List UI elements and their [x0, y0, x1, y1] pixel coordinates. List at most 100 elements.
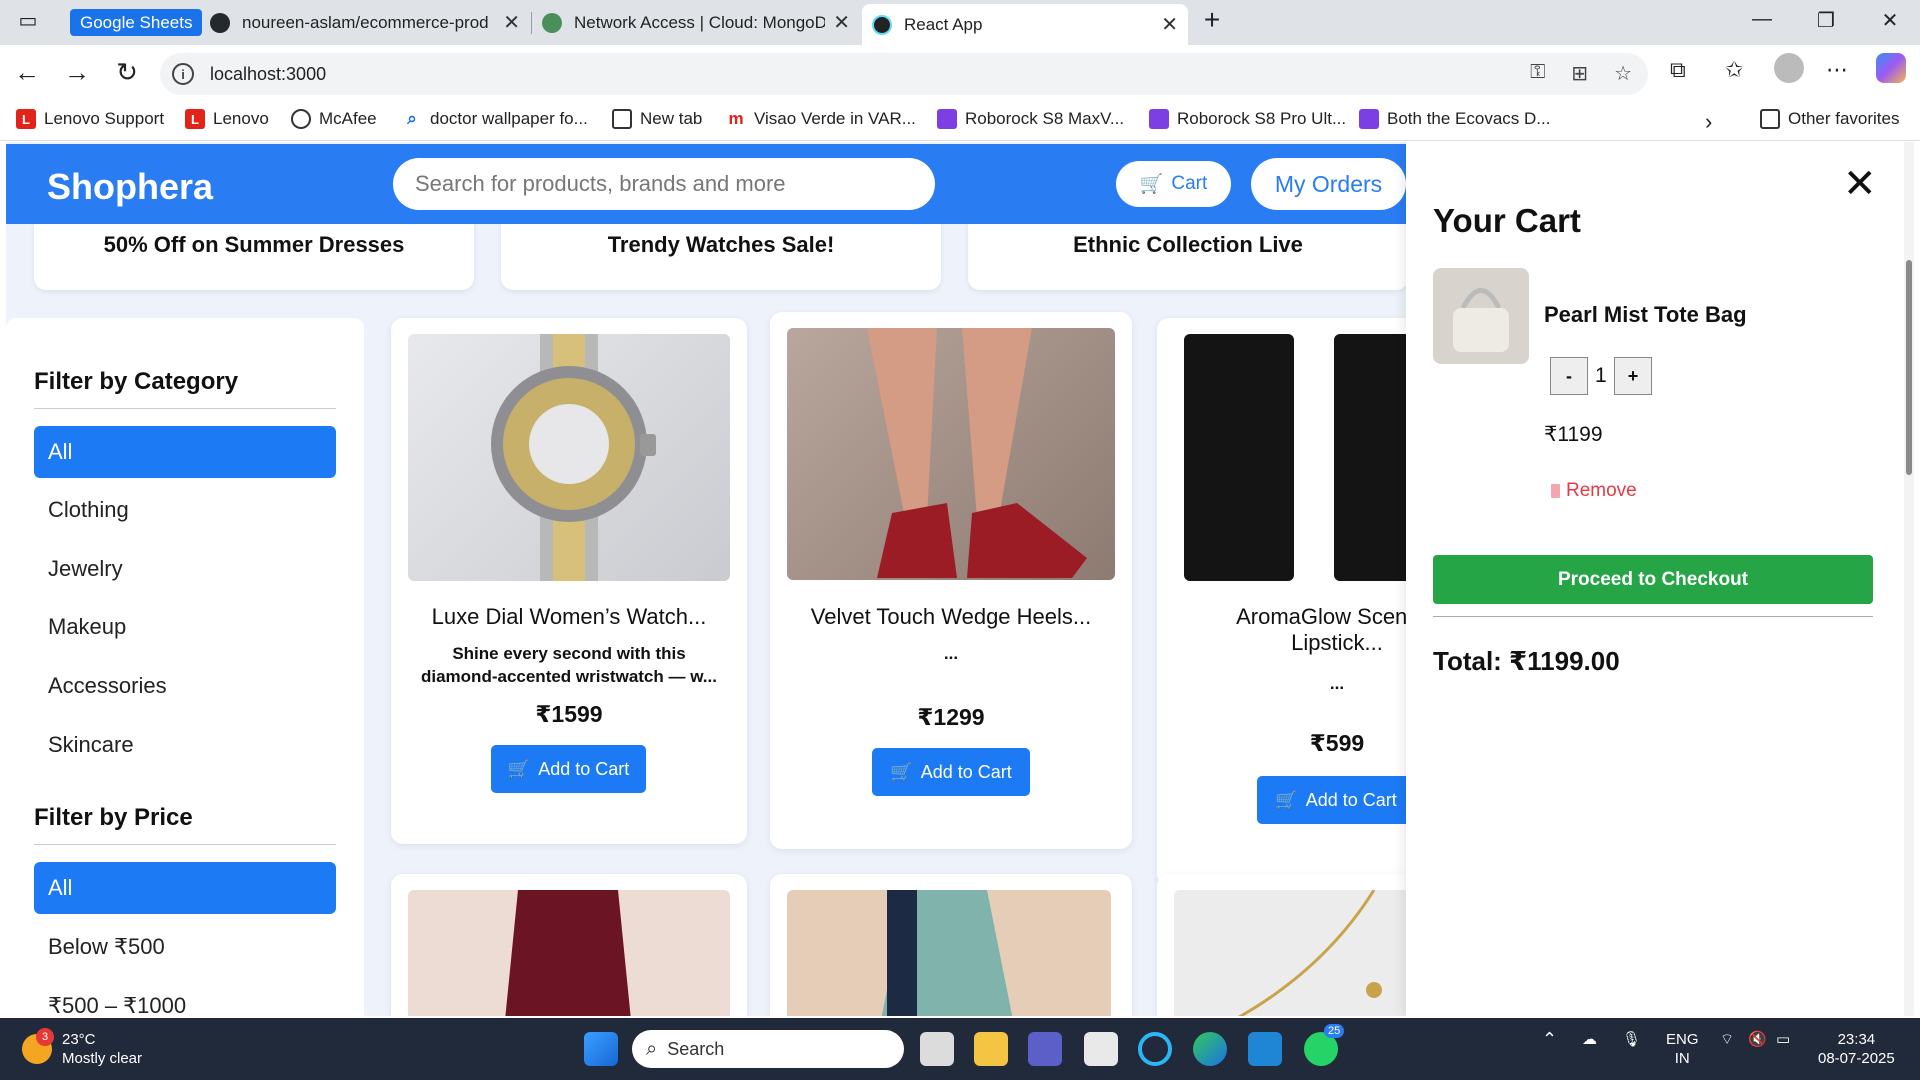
product-card[interactable]: Luxe Dial Women’s Watch... Shine every s…	[391, 318, 747, 844]
category-option-jewelry[interactable]: Jewelry	[34, 543, 336, 595]
category-option-skincare[interactable]: Skincare	[34, 719, 336, 771]
address-bar[interactable]: i localhost:3000 ⚿ ⊞ ☆	[160, 53, 1648, 95]
product-image[interactable]	[408, 890, 730, 1016]
cortana-icon[interactable]	[1138, 1032, 1172, 1066]
clock[interactable]: 23:34 08-07-2025	[1818, 1030, 1895, 1068]
add-to-cart-button[interactable]: 🛒 Add to Cart	[1257, 776, 1415, 824]
chevron-right-icon[interactable]: ›	[1705, 109, 1712, 135]
category-option-all[interactable]: All	[34, 426, 336, 478]
close-tab-icon[interactable]: ✕	[503, 10, 520, 35]
product-card[interactable]: Velvet Touch Wedge Heels... ... ₹1299 🛒 A…	[770, 312, 1132, 849]
copilot-icon[interactable]	[1876, 53, 1906, 83]
price-option-all[interactable]: All	[34, 862, 336, 914]
product-image[interactable]	[787, 890, 1111, 1016]
taskbar-search[interactable]: ⌕ Search	[632, 1030, 904, 1068]
product-card[interactable]	[391, 874, 747, 1016]
bookmark-label: New tab	[640, 109, 703, 128]
restore-icon[interactable]: ❐	[1806, 8, 1846, 33]
profile-avatar[interactable]	[1774, 53, 1804, 83]
bookmark-visao-verde[interactable]: m Visao Verde in VAR...	[726, 109, 915, 129]
remove-label: Remove	[1566, 480, 1637, 501]
product-image[interactable]	[787, 328, 1115, 580]
battery-icon[interactable]: ▭	[1776, 1030, 1790, 1049]
tab-google-sheets[interactable]: Google Sheets	[70, 9, 203, 36]
refresh-icon[interactable]: ↻	[110, 57, 144, 88]
promo-text: Ethnic Collection Live	[1073, 232, 1303, 257]
category-option-accessories[interactable]: Accessories	[34, 660, 336, 712]
mute-icon[interactable]: 🔇	[1748, 1030, 1767, 1049]
button-label: Add to Cart	[920, 761, 1012, 782]
cart-item-name: Pearl Mist Tote Bag	[1544, 302, 1747, 327]
tab-title: noureen-aslam/ecommerce-prod	[242, 12, 489, 32]
new-tab-icon[interactable]: +	[1192, 4, 1232, 36]
product-card[interactable]	[770, 874, 1132, 1016]
increase-quantity-button[interactable]: +	[1614, 357, 1652, 395]
chevron-up-icon[interactable]: ⌃	[1542, 1030, 1557, 1049]
more-menu-icon[interactable]: ⋯	[1826, 57, 1848, 83]
decrease-quantity-button[interactable]: -	[1550, 357, 1588, 395]
weather-widget[interactable]: 3 23°C Mostly clear	[22, 1028, 142, 1068]
cart-button[interactable]: 🛒 Cart	[1116, 161, 1231, 207]
close-tab-icon[interactable]: ✕	[833, 10, 850, 35]
key-icon[interactable]: ⚿	[1530, 61, 1545, 86]
file-explorer-icon[interactable]	[974, 1032, 1008, 1066]
bookmark-roborock-maxv[interactable]: Roborock S8 MaxV...	[937, 109, 1124, 129]
wifi-icon[interactable]: ⌔	[1720, 1030, 1734, 1049]
close-icon[interactable]: ✕	[1843, 164, 1877, 204]
brand-logo[interactable]: Shophera	[47, 166, 213, 208]
my-orders-button[interactable]: My Orders	[1251, 158, 1406, 210]
language-indicator[interactable]: ENG IN	[1666, 1030, 1699, 1068]
bookmark-lenovo[interactable]: L Lenovo	[185, 109, 269, 129]
tab-github[interactable]: noureen-aslam/ecommerce-prod ✕	[200, 4, 530, 41]
apps-icon[interactable]: ⊞	[1571, 61, 1588, 86]
scrollbar-thumb[interactable]	[1906, 260, 1912, 475]
url-text[interactable]: localhost:3000	[210, 64, 326, 85]
windows-start-icon[interactable]	[584, 1032, 618, 1066]
category-option-makeup[interactable]: Makeup	[34, 601, 336, 653]
bookmark-lenovo-support[interactable]: L Lenovo Support	[16, 109, 164, 129]
price-option-below-500[interactable]: Below ₹500	[34, 921, 336, 973]
cart-total: Total: ₹1199.00	[1433, 646, 1620, 676]
onedrive-icon[interactable]: ☁	[1582, 1030, 1597, 1049]
tab-react-app[interactable]: React App ✕	[862, 4, 1188, 45]
category-option-clothing[interactable]: Clothing	[34, 484, 336, 536]
microsoft-store-icon[interactable]	[1084, 1032, 1118, 1066]
bookmark-ecovacs[interactable]: Both the Ecovacs D...	[1359, 109, 1550, 129]
back-icon[interactable]: ←	[10, 57, 44, 88]
cart-icon: 🛒	[890, 761, 913, 782]
task-view-icon[interactable]	[920, 1032, 954, 1066]
close-tab-icon[interactable]: ✕	[1161, 12, 1178, 37]
minimize-icon[interactable]: —	[1742, 8, 1782, 31]
forward-icon[interactable]: →	[60, 57, 94, 88]
vscode-icon[interactable]	[1248, 1032, 1282, 1066]
bookmark-doctor-wallpaper[interactable]: ⌕ doctor wallpaper fo...	[402, 109, 588, 129]
extensions-icon[interactable]: ⧉	[1670, 57, 1686, 83]
microphone-icon[interactable]: 🎙	[1622, 1030, 1641, 1049]
search-label: Search	[667, 1038, 725, 1059]
edge-icon[interactable]	[1193, 1032, 1227, 1066]
bookmark-mcafee[interactable]: McAfee	[291, 109, 377, 129]
watch-image	[491, 334, 656, 581]
tab-actions-icon[interactable]: ▭	[8, 8, 48, 33]
product-image[interactable]	[408, 334, 730, 581]
other-favorites[interactable]: Other favorites	[1760, 109, 1900, 129]
favorite-star-icon[interactable]: ☆	[1614, 61, 1632, 86]
add-to-cart-button[interactable]: 🛒 Add to Cart	[872, 748, 1030, 796]
add-to-cart-button[interactable]: 🛒 Add to Cart	[491, 745, 646, 793]
remove-button[interactable]: Remove	[1551, 480, 1637, 502]
product-title[interactable]: Velvet Touch Wedge Heels...	[770, 604, 1132, 630]
search-input[interactable]: Search for products, brands and more	[393, 158, 935, 210]
close-window-icon[interactable]: ✕	[1870, 8, 1910, 33]
product-title[interactable]: Luxe Dial Women’s Watch...	[391, 604, 747, 630]
bookmark-new-tab[interactable]: New tab	[612, 109, 702, 129]
option-label: Jewelry	[48, 556, 123, 581]
site-info-icon[interactable]: i	[172, 63, 194, 85]
option-label: Makeup	[48, 614, 127, 639]
price-option-500-1000[interactable]: ₹500 – ₹1000	[34, 980, 336, 1016]
proceed-to-checkout-button[interactable]: Proceed to Checkout	[1433, 555, 1873, 604]
tab-mongodb[interactable]: Network Access | Cloud: MongoD ✕	[532, 4, 860, 41]
teams-icon[interactable]	[1028, 1032, 1062, 1066]
favorites-icon[interactable]: ✩	[1725, 57, 1743, 83]
bookmark-roborock-pro[interactable]: Roborock S8 Pro Ult...	[1149, 109, 1346, 129]
whatsapp-icon[interactable]: 25	[1304, 1024, 1345, 1066]
